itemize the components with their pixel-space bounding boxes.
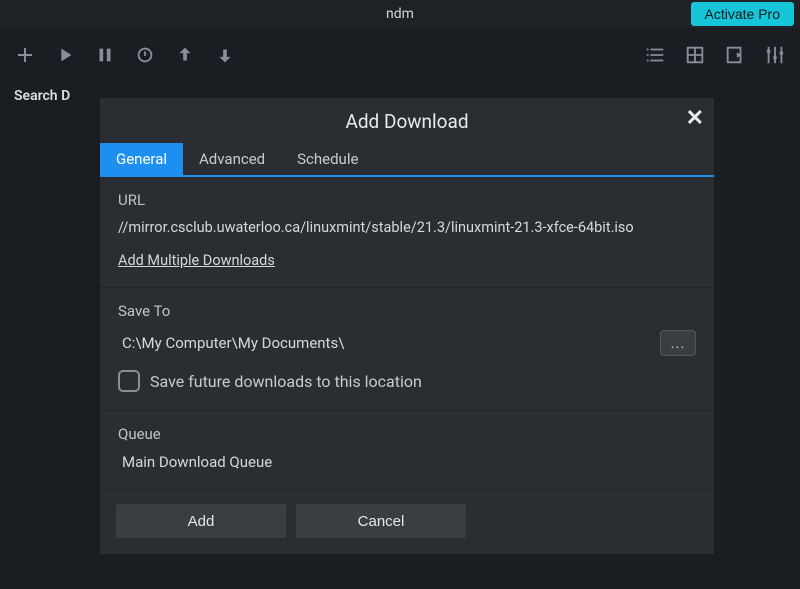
play-icon[interactable]	[52, 42, 78, 68]
activate-pro-button[interactable]: Activate Pro	[691, 2, 794, 26]
main-toolbar	[0, 28, 800, 82]
dialog-header: Add Download ✕	[100, 98, 714, 143]
add-icon[interactable]	[12, 42, 38, 68]
browse-button[interactable]: ...	[660, 330, 696, 356]
export-icon[interactable]	[722, 42, 748, 68]
titlebar: ndm Activate Pro	[0, 0, 800, 28]
add-multiple-link[interactable]: Add Multiple Downloads	[118, 252, 275, 269]
cancel-button[interactable]: Cancel	[296, 504, 466, 538]
close-icon[interactable]: ✕	[686, 106, 704, 131]
timer-icon[interactable]	[132, 42, 158, 68]
dialog-title: Add Download	[345, 110, 468, 133]
list-view-icon[interactable]	[642, 42, 668, 68]
save-future-checkbox[interactable]	[118, 370, 140, 392]
tab-schedule[interactable]: Schedule	[281, 143, 374, 175]
save-to-label: Save To	[118, 302, 696, 320]
url-section: URL //mirror.csclub.uwaterloo.ca/linuxmi…	[100, 177, 714, 288]
url-input[interactable]: //mirror.csclub.uwaterloo.ca/linuxmint/s…	[118, 219, 696, 236]
add-download-dialog: Add Download ✕ General Advanced Schedule…	[100, 98, 714, 554]
add-button[interactable]: Add	[116, 504, 286, 538]
queue-select[interactable]: Main Download Queue	[118, 453, 696, 471]
save-future-label: Save future downloads to this location	[150, 372, 422, 391]
queue-label: Queue	[118, 425, 696, 443]
tab-advanced[interactable]: Advanced	[183, 143, 281, 175]
grid-view-icon[interactable]	[682, 42, 708, 68]
tab-general[interactable]: General	[100, 143, 183, 175]
url-label: URL	[118, 191, 696, 209]
download-arrow-icon[interactable]	[212, 42, 238, 68]
dialog-tabs: General Advanced Schedule	[100, 143, 714, 177]
dialog-actions: Add Cancel	[100, 490, 714, 554]
pause-icon[interactable]	[92, 42, 118, 68]
upload-arrow-icon[interactable]	[172, 42, 198, 68]
save-section: Save To C:\My Computer\My Documents\ ...…	[100, 288, 714, 411]
settings-sliders-icon[interactable]	[762, 42, 788, 68]
queue-section: Queue Main Download Queue	[100, 411, 714, 490]
app-title: ndm	[386, 6, 414, 22]
save-path-input[interactable]: C:\My Computer\My Documents\	[118, 334, 650, 352]
